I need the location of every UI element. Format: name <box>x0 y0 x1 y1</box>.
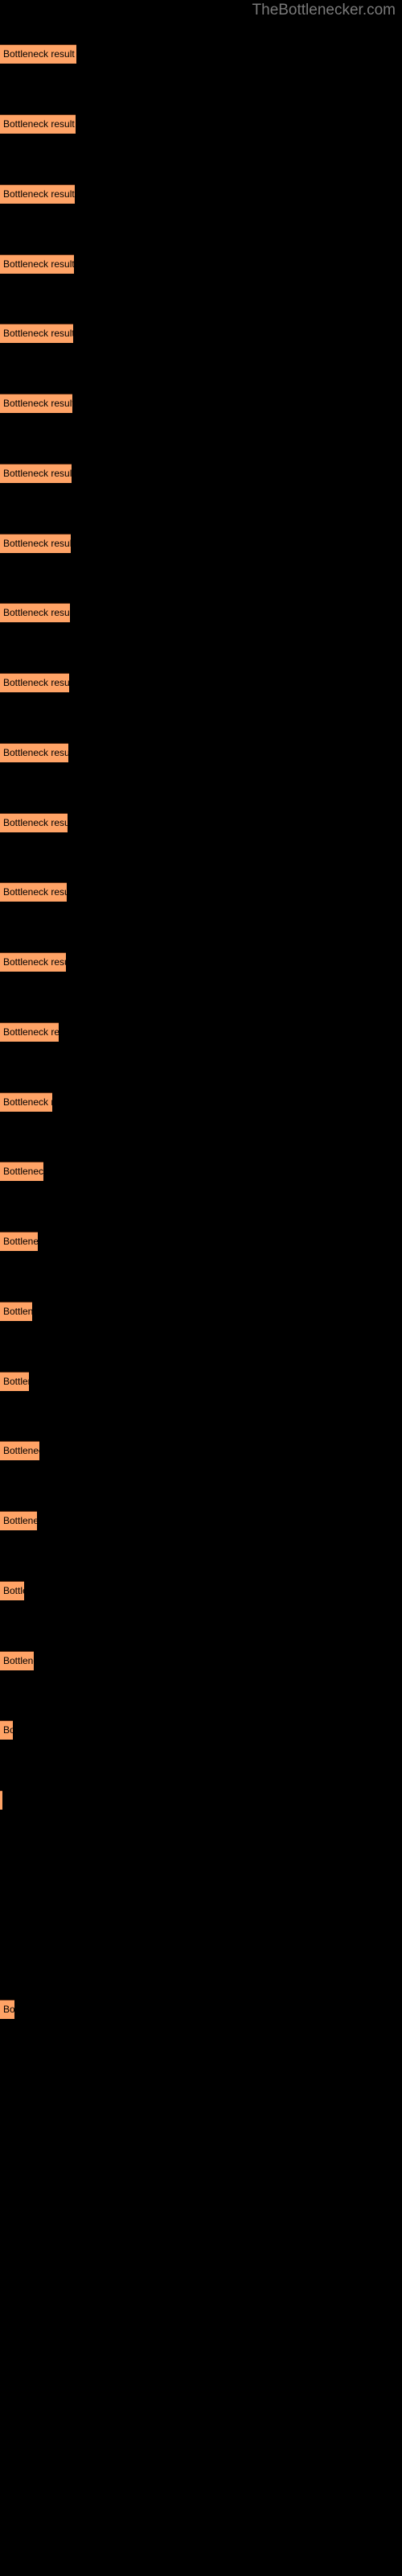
bar-label: Bottleneck result <box>3 1724 13 1736</box>
bar-19[interactable]: Bottleneck result <box>0 1302 32 1321</box>
bar-label: Bottleneck result <box>3 258 74 270</box>
bar-row: Bottleneck result <box>0 464 402 483</box>
bar-row: Bottleneck result <box>0 1860 402 1880</box>
bar-18[interactable]: Bottleneck result <box>0 1232 38 1251</box>
bar-label: Bottleneck result <box>3 1166 43 1177</box>
bar-label: Bottleneck result <box>3 398 72 409</box>
bar-5[interactable]: Bottleneck result <box>0 324 73 343</box>
bar-row: Bottleneck result <box>0 1790 402 1810</box>
bar-row: Bottleneck result <box>0 1022 402 1042</box>
bar-label: Bottleneck result <box>3 607 70 618</box>
bar-15[interactable]: Bottleneck result <box>0 1022 59 1042</box>
bar-13[interactable]: Bottleneck result <box>0 882 67 902</box>
bar-label: Bottleneck result <box>3 118 75 130</box>
bar-label: Bottleneck result <box>3 1655 34 1666</box>
bar-25[interactable]: Bottleneck result <box>0 1720 13 1740</box>
bar-label: Bottleneck result <box>3 677 69 688</box>
bar-12[interactable]: Bottleneck result <box>0 813 68 832</box>
bar-22[interactable]: Bottleneck result <box>0 1511 37 1530</box>
bar-row: Bottleneck result <box>0 534 402 553</box>
bar-label: Bottleneck result <box>3 1236 38 1247</box>
bar-label: Bottleneck result <box>3 1376 29 1387</box>
bar-row: Bottleneck result <box>0 44 402 64</box>
bar-14[interactable]: Bottleneck result <box>0 952 66 972</box>
bar-row: Bottleneck result <box>0 114 402 134</box>
bar-label: Bottleneck result <box>3 1515 37 1526</box>
bar-label: Bottleneck result <box>3 956 66 968</box>
bar-label: Bottleneck result <box>3 188 75 200</box>
bar-row: Bottleneck result <box>0 952 402 972</box>
bar-10[interactable]: Bottleneck result <box>0 673 69 692</box>
bar-row: Bottleneck result <box>0 1581 402 1600</box>
bar-2[interactable]: Bottleneck result <box>0 114 76 134</box>
bar-row: Bottleneck result <box>0 1441 402 1460</box>
bar-row: Bottleneck result <box>0 394 402 413</box>
bar-row: Bottleneck result <box>0 603 402 622</box>
bar-label: Bottleneck result <box>3 468 72 479</box>
bar-row: Bottleneck result <box>0 1651 402 1670</box>
bar-row: Bottleneck result <box>0 673 402 692</box>
bar-row: Bottleneck result <box>0 1930 402 1950</box>
bar-26[interactable]: Bottleneck result <box>0 1790 2 1810</box>
bar-row: Bottleneck result <box>0 1720 402 1740</box>
bar-label: Bottleneck result <box>3 1096 52 1108</box>
bar-row: Bottleneck result <box>0 2000 402 2019</box>
bar-row: Bottleneck result <box>0 1302 402 1321</box>
bar-label: Bottleneck result <box>3 886 67 898</box>
bar-row: Bottleneck result <box>0 1162 402 1181</box>
bar-16[interactable]: Bottleneck result <box>0 1092 52 1112</box>
bar-row: Bottleneck result <box>0 1372 402 1391</box>
bar-label: Bottleneck result <box>3 1445 39 1456</box>
bar-4[interactable]: Bottleneck result <box>0 254 74 274</box>
bar-row: Bottleneck result <box>0 184 402 204</box>
bar-1[interactable]: Bottleneck result <box>0 44 76 64</box>
bar-24[interactable]: Bottleneck result <box>0 1651 34 1670</box>
bar-6[interactable]: Bottleneck result <box>0 394 72 413</box>
bar-label: Bottleneck result <box>3 48 75 60</box>
bar-row: Bottleneck result <box>0 743 402 762</box>
bar-label: Bottleneck result <box>3 747 68 758</box>
bar-row: Bottleneck result <box>0 254 402 274</box>
bar-7[interactable]: Bottleneck result <box>0 464 72 483</box>
bar-29[interactable]: Bottleneck result <box>0 2000 14 2019</box>
bar-17[interactable]: Bottleneck result <box>0 1162 43 1181</box>
bar-row: Bottleneck result <box>0 813 402 832</box>
bar-row: Bottleneck result <box>0 324 402 343</box>
bar-label: Bottleneck result <box>3 1306 32 1317</box>
bar-3[interactable]: Bottleneck result <box>0 184 75 204</box>
bar-21[interactable]: Bottleneck result <box>0 1441 39 1460</box>
bar-23[interactable]: Bottleneck result <box>0 1581 24 1600</box>
bar-11[interactable]: Bottleneck result <box>0 743 68 762</box>
bar-label: Bottleneck result <box>3 817 68 828</box>
bar-label: Bottleneck result <box>3 1585 24 1596</box>
bar-label: Bottleneck result <box>3 1026 59 1038</box>
bar-label: Bottleneck result <box>3 538 71 549</box>
bar-8[interactable]: Bottleneck result <box>0 534 71 553</box>
bottleneck-bar-chart: Bottleneck result Bottleneck result Bottle… <box>0 0 402 2576</box>
bar-row: Bottleneck result <box>0 1092 402 1112</box>
bar-20[interactable]: Bottleneck result <box>0 1372 29 1391</box>
bar-row: Bottleneck result <box>0 1232 402 1251</box>
bar-label: Bottleneck result <box>3 2004 14 2015</box>
bar-9[interactable]: Bottleneck result <box>0 603 70 622</box>
bar-label: Bottleneck result <box>3 328 73 339</box>
bar-row: Bottleneck result <box>0 882 402 902</box>
bar-row: Bottleneck result <box>0 1511 402 1530</box>
